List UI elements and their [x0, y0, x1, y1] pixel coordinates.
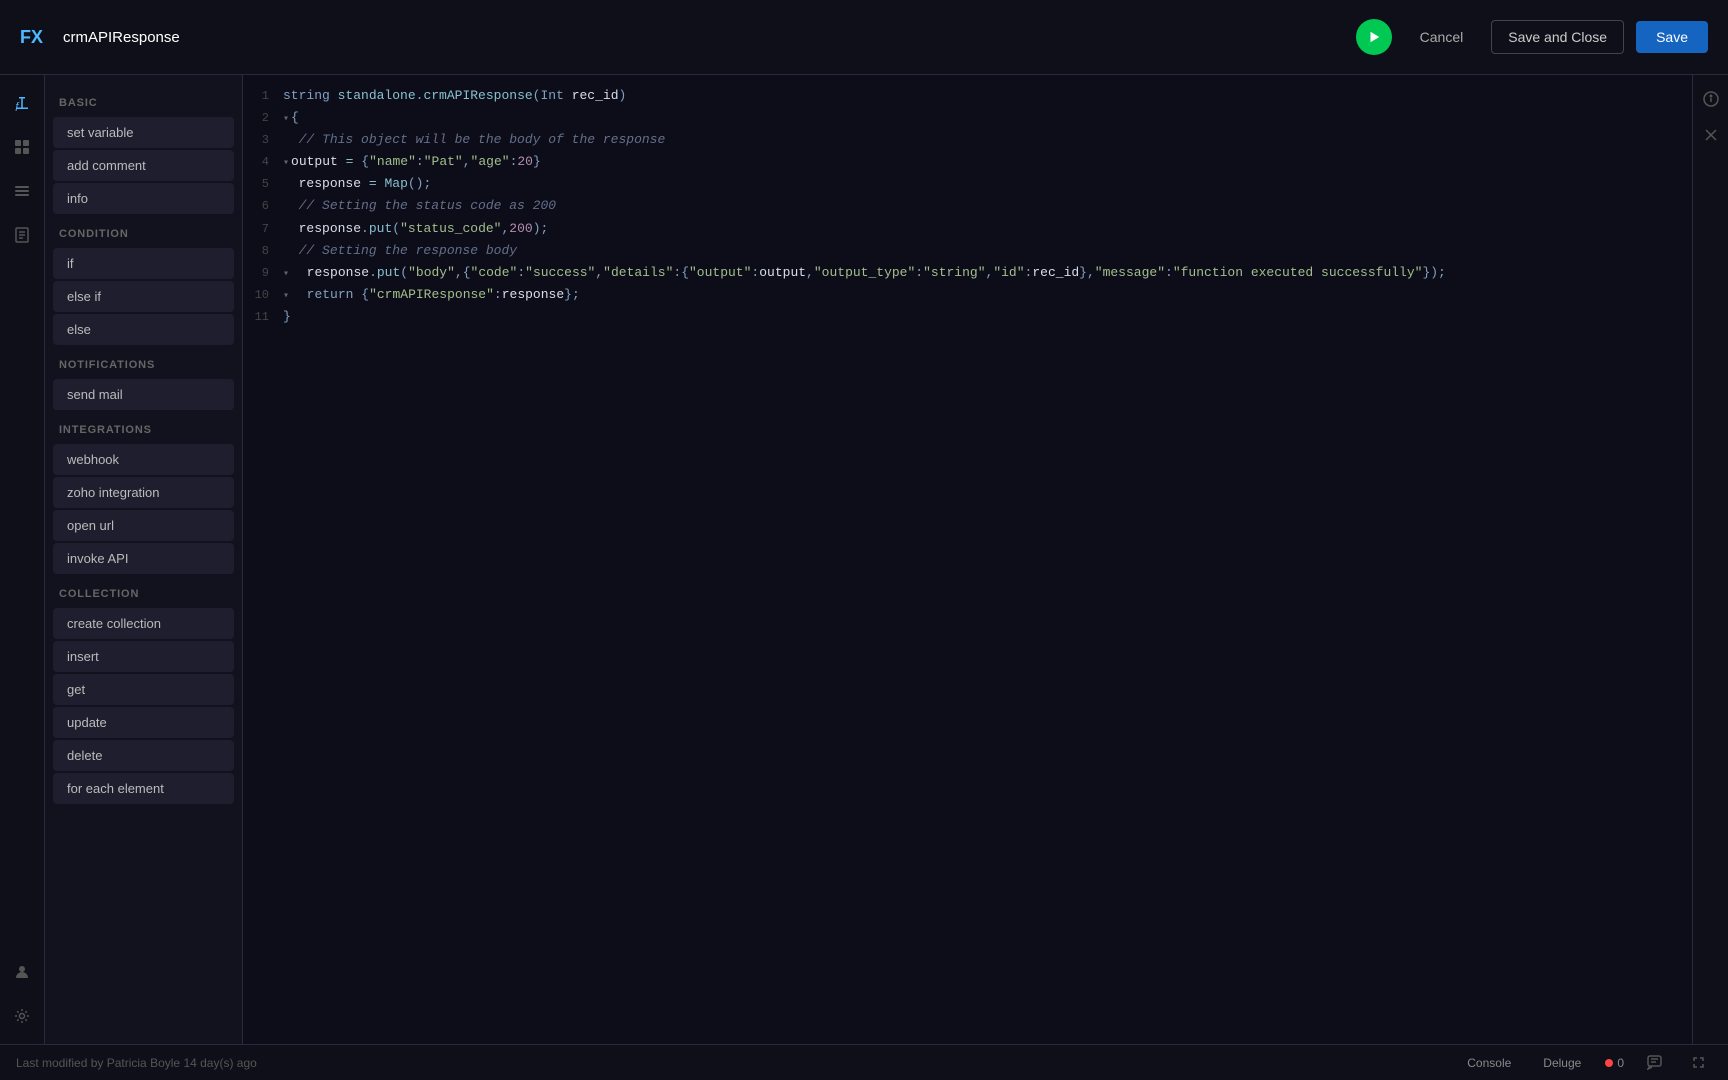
save-close-button[interactable]: Save and Close: [1491, 20, 1624, 54]
sidebar-item-add-comment[interactable]: add comment: [53, 150, 234, 181]
page-title: crmAPIResponse: [63, 29, 180, 46]
sidebar-item-update[interactable]: update: [53, 707, 234, 738]
header-actions: Cancel Save and Close Save: [1356, 19, 1708, 55]
error-dot: [1605, 1059, 1613, 1067]
list-icon-btn[interactable]: [4, 173, 40, 209]
sidebar-item-set-variable[interactable]: set variable: [53, 117, 234, 148]
sidebar-item-else-if[interactable]: else if: [53, 281, 234, 312]
code-line-2: 2 ▾{: [243, 107, 1692, 129]
code-line-10: 10 ▾ return {"crmAPIResponse":response};: [243, 284, 1692, 306]
code-block: 1 string standalone.crmAPIResponse(Int r…: [243, 75, 1692, 338]
sidebar-item-insert[interactable]: insert: [53, 641, 234, 672]
svg-text:ƒ: ƒ: [15, 100, 21, 112]
comment-icon-btn[interactable]: [1640, 1049, 1668, 1077]
notifications-section-title: NOTIFICATIONS: [45, 347, 242, 377]
code-editor[interactable]: 1 string standalone.crmAPIResponse(Int r…: [243, 75, 1692, 1044]
close-right-btn[interactable]: [1697, 121, 1725, 149]
info-icon-btn[interactable]: [1697, 85, 1725, 113]
function-icon-btn[interactable]: ƒ: [4, 85, 40, 121]
condition-section-title: CONDITION: [45, 216, 242, 246]
collection-section-title: COLLECTION: [45, 576, 242, 606]
panel-sidebar: BASIC set variable add comment info COND…: [45, 75, 243, 1044]
deluge-button[interactable]: Deluge: [1535, 1052, 1589, 1074]
sidebar-item-for-each-element[interactable]: for each element: [53, 773, 234, 804]
page-icon-btn[interactable]: [4, 217, 40, 253]
console-button[interactable]: Console: [1459, 1052, 1519, 1074]
time-ago: 14 day(s) ago: [183, 1056, 256, 1070]
status-bar-actions: Console Deluge 0: [1459, 1049, 1712, 1077]
last-modified-label: Last modified by Patricia Boyle: [16, 1056, 180, 1070]
sidebar-item-info[interactable]: info: [53, 183, 234, 214]
run-button[interactable]: [1356, 19, 1392, 55]
save-button[interactable]: Save: [1636, 21, 1708, 53]
cancel-button[interactable]: Cancel: [1404, 21, 1480, 53]
code-line-9: 9 ▾ response.put("body",{"code":"success…: [243, 262, 1692, 284]
status-bar: Last modified by Patricia Boyle 14 day(s…: [0, 1044, 1728, 1080]
code-line-4: 4 ▾output = {"name":"Pat","age":20}: [243, 151, 1692, 173]
sidebar-item-send-mail[interactable]: send mail: [53, 379, 234, 410]
header: FX crmAPIResponse Cancel Save and Close …: [0, 0, 1728, 75]
basic-section-title: BASIC: [45, 85, 242, 115]
error-indicator: 0: [1605, 1056, 1624, 1070]
sidebar-item-if[interactable]: if: [53, 248, 234, 279]
code-line-7: 7 response.put("status_code",200);: [243, 218, 1692, 240]
sidebar-item-create-collection[interactable]: create collection: [53, 608, 234, 639]
grid-icon-btn[interactable]: [4, 129, 40, 165]
sidebar-item-delete[interactable]: delete: [53, 740, 234, 771]
sidebar-item-get[interactable]: get: [53, 674, 234, 705]
integrations-section-title: INTEGRATIONS: [45, 412, 242, 442]
users-icon-btn[interactable]: [4, 954, 40, 990]
sidebar-item-invoke-api[interactable]: invoke API: [53, 543, 234, 574]
main-content: ƒ: [0, 75, 1728, 1044]
sidebar-item-else[interactable]: else: [53, 314, 234, 345]
sidebar-item-open-url[interactable]: open url: [53, 510, 234, 541]
error-count: 0: [1617, 1056, 1624, 1070]
code-line-11: 11 }: [243, 306, 1692, 328]
expand-icon-btn[interactable]: [1684, 1049, 1712, 1077]
code-line-3: 3 // This object will be the body of the…: [243, 129, 1692, 151]
settings-icon-btn[interactable]: [4, 998, 40, 1034]
logo: FX: [20, 27, 43, 48]
code-line-8: 8 // Setting the response body: [243, 240, 1692, 262]
code-line-5: 5 response = Map();: [243, 173, 1692, 195]
sidebar-item-webhook[interactable]: webhook: [53, 444, 234, 475]
icon-sidebar: ƒ: [0, 75, 45, 1044]
right-sidebar: [1692, 75, 1728, 1044]
code-line-1: 1 string standalone.crmAPIResponse(Int r…: [243, 85, 1692, 107]
sidebar-item-zoho-integration[interactable]: zoho integration: [53, 477, 234, 508]
code-line-6: 6 // Setting the status code as 200: [243, 195, 1692, 217]
